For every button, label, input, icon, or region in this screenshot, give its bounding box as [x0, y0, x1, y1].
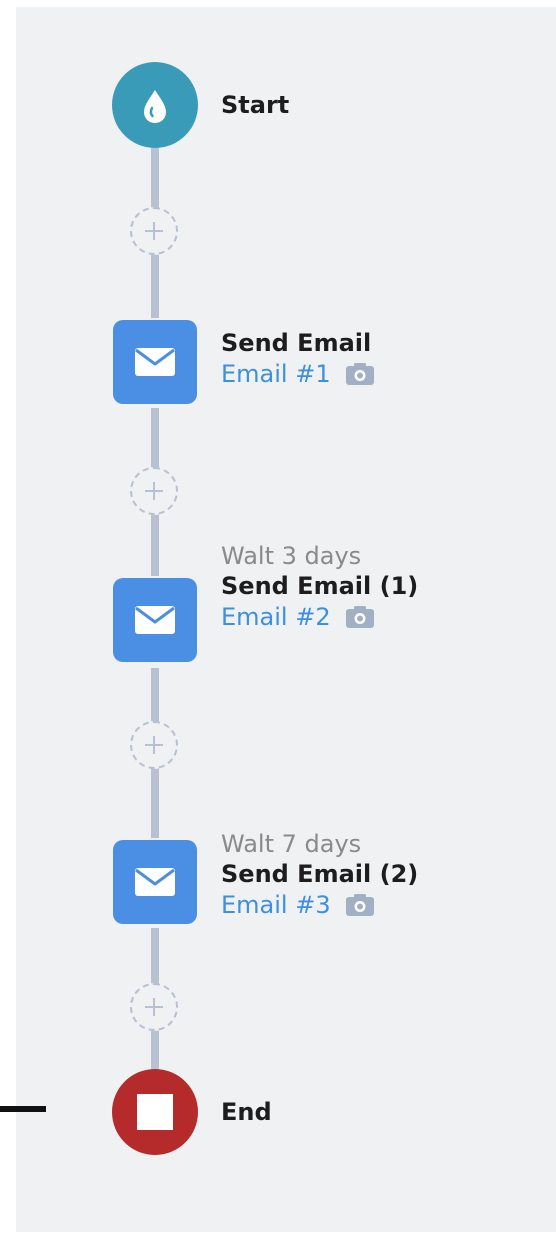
plus-icon: [145, 998, 163, 1016]
send-email-node-1[interactable]: [113, 320, 197, 404]
plus-icon: [145, 736, 163, 754]
add-step-button[interactable]: [130, 721, 178, 769]
send-email-2-text: Walt 3 days Send Email (1) Email #2: [221, 541, 418, 633]
edge-marker: [0, 1106, 46, 1112]
plus-icon: [145, 222, 163, 240]
wait-3-days: Walt 3 days: [221, 542, 362, 570]
envelope-icon: [135, 868, 175, 896]
email-3-link-row: Email #3: [221, 889, 418, 921]
camera-icon[interactable]: [345, 362, 375, 386]
wait-7-days: Walt 7 days: [221, 830, 362, 858]
start-label-block: Start: [221, 90, 289, 120]
envelope-icon: [135, 348, 175, 376]
send-email-3-title-row: Send Email (2): [221, 859, 418, 889]
add-step-button[interactable]: [130, 983, 178, 1031]
add-step-button[interactable]: [130, 207, 178, 255]
plus-icon: [145, 482, 163, 500]
email-2-link-row: Email #2: [221, 601, 418, 633]
send-email-node-3[interactable]: [113, 840, 197, 924]
end-title: End: [221, 1098, 272, 1126]
camera-icon[interactable]: [345, 893, 375, 917]
send-email-3-title: Send Email: [221, 860, 372, 888]
add-step-button[interactable]: [130, 467, 178, 515]
send-email-2-title: Send Email: [221, 572, 372, 600]
stop-icon: [137, 1094, 173, 1130]
envelope-icon: [135, 606, 175, 634]
send-email-2-title-row: Send Email (1): [221, 571, 418, 601]
end-label-block: End: [221, 1097, 272, 1127]
email-1-link[interactable]: Email #1: [221, 358, 331, 390]
drop-icon: [144, 90, 166, 123]
end-node[interactable]: [112, 1069, 198, 1155]
email-2-link[interactable]: Email #2: [221, 601, 331, 633]
email-3-link[interactable]: Email #3: [221, 889, 331, 921]
send-email-3-text: Walt 7 days Send Email (2) Email #3: [221, 829, 418, 921]
camera-icon[interactable]: [345, 605, 375, 629]
send-email-3-suffix: (2): [379, 860, 419, 888]
start-title: Start: [221, 91, 290, 119]
send-email-1-title: Send Email: [221, 329, 372, 357]
start-node[interactable]: [112, 62, 198, 148]
send-email-1-text: Send Email Email #1: [221, 328, 375, 390]
send-email-node-2[interactable]: [113, 578, 197, 662]
email-1-link-row: Email #1: [221, 358, 375, 390]
send-email-2-suffix: (1): [379, 572, 419, 600]
